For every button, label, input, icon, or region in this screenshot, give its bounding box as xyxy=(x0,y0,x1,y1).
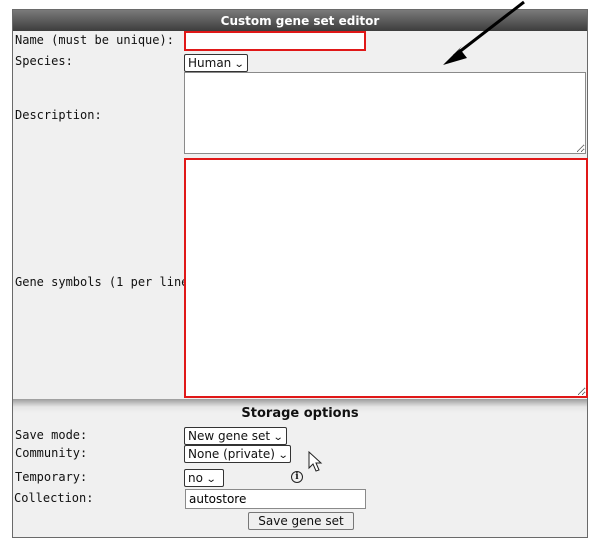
gene-set-editor-panel: Custom gene set editor Name (must be uni… xyxy=(12,9,588,538)
collection-label: Collection: xyxy=(14,491,94,505)
species-selected-value: Human xyxy=(188,56,232,70)
gene-symbols-textarea[interactable] xyxy=(184,158,588,398)
chevron-down-icon: ⌄ xyxy=(272,432,284,443)
species-select[interactable]: Human ⌄ xyxy=(184,54,248,72)
annotation-arrow-icon xyxy=(443,0,525,65)
species-label: Species: xyxy=(15,54,73,68)
community-selected-value: None (private) xyxy=(188,447,275,461)
save-mode-selected-value: New gene set xyxy=(188,429,271,443)
save-mode-select[interactable]: New gene set ⌄ xyxy=(184,427,287,445)
description-textarea[interactable] xyxy=(184,72,586,154)
mouse-pointer-icon xyxy=(308,451,323,472)
chevron-down-icon: ⌄ xyxy=(277,450,289,461)
community-label: Community: xyxy=(15,446,88,460)
community-select[interactable]: None (private) ⌄ xyxy=(184,445,292,463)
name-label: Name (must be unique): xyxy=(15,33,174,47)
chevron-down-icon: ⌄ xyxy=(205,474,217,485)
temporary-label: Temporary: xyxy=(15,470,88,484)
save-gene-set-button[interactable]: Save gene set xyxy=(248,512,354,530)
name-input[interactable] xyxy=(184,31,366,51)
description-label: Description: xyxy=(15,108,102,122)
info-icon[interactable]: i xyxy=(291,471,303,483)
temporary-selected-value: no xyxy=(188,471,203,485)
save-mode-label: Save mode: xyxy=(15,428,88,442)
collection-input[interactable] xyxy=(185,489,366,509)
gene-symbols-label: Gene symbols (1 per line): xyxy=(15,275,203,289)
chevron-down-icon: ⌄ xyxy=(234,59,245,70)
storage-options-title: Storage options xyxy=(241,406,359,421)
temporary-select[interactable]: no ⌄ xyxy=(184,469,224,487)
